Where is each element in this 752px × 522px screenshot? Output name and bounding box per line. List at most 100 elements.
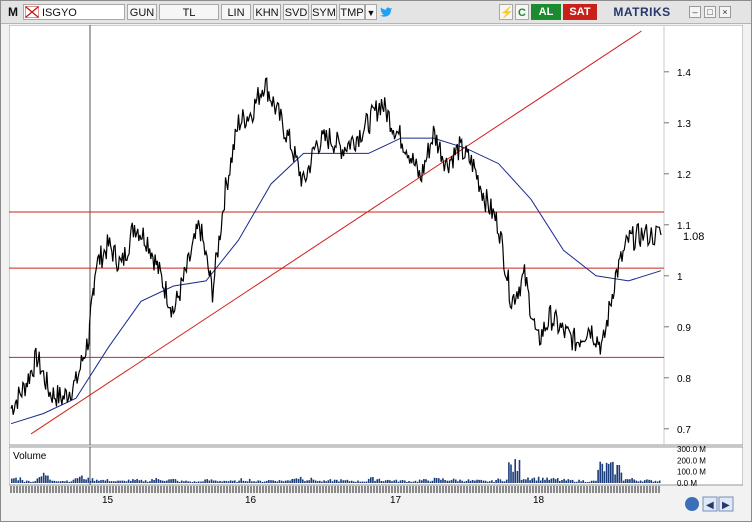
svd-button[interactable]: SVD <box>283 4 309 20</box>
volume-bar <box>414 480 417 483</box>
volume-bar <box>55 481 58 483</box>
volume-bar <box>265 480 268 483</box>
volume-bar <box>399 480 402 483</box>
volume-bar <box>438 478 440 483</box>
volume-bar <box>74 478 77 483</box>
volume-bar <box>259 480 262 483</box>
volume-bar <box>435 478 438 483</box>
volume-bar <box>363 481 366 483</box>
volume-bar <box>11 478 13 483</box>
price-tick-label-0: 1.4 <box>677 68 691 79</box>
volume-bar <box>159 480 162 483</box>
volume-bar <box>257 480 259 483</box>
volume-bar <box>484 480 487 483</box>
volume-bar <box>191 482 194 483</box>
volume-bar <box>624 479 627 483</box>
buy-button[interactable]: AL <box>531 4 561 20</box>
volume-bar <box>404 480 406 483</box>
volume-bar <box>425 479 427 483</box>
lightning-icon[interactable]: ⚡ <box>499 4 514 20</box>
volume-bar <box>423 479 425 483</box>
volume-bar <box>561 480 563 483</box>
volume-bar <box>656 481 659 483</box>
volume-bar <box>342 480 344 483</box>
volume-bar <box>550 478 553 483</box>
volume-bar <box>648 479 650 483</box>
volume-bar <box>393 480 395 483</box>
volume-bar <box>559 481 561 483</box>
volume-bar <box>635 480 638 483</box>
volume-bar <box>384 480 387 483</box>
volume-tick-label-2: 100.0 M <box>677 468 706 477</box>
volume-bar <box>529 480 531 483</box>
volume-bar <box>627 479 629 483</box>
currency-button[interactable]: TL <box>159 4 219 20</box>
volume-bar <box>387 479 389 483</box>
price-chart[interactable]: 1.41.31.21.110.90.80.7 1.08 Volume 300.0… <box>8 24 744 515</box>
template-button[interactable]: TMP <box>339 4 365 20</box>
volume-bar <box>336 479 338 483</box>
volume-bar <box>149 481 151 483</box>
arrow-down-icon[interactable]: ▼ <box>365 4 377 20</box>
volume-bar <box>603 471 606 483</box>
volume-bar <box>355 481 357 483</box>
volume-bar <box>21 480 24 483</box>
volume-bar <box>96 479 98 483</box>
volume-bar <box>599 461 601 483</box>
volume-bar <box>268 480 270 483</box>
volume-bar <box>176 480 179 483</box>
volume-bar <box>98 480 100 483</box>
volume-bar <box>465 480 468 483</box>
volume-bar <box>314 480 317 483</box>
volume-bar <box>183 481 185 483</box>
time-label-17: 17 <box>390 495 402 506</box>
volume-bar <box>246 481 249 483</box>
volume-bar <box>537 476 540 483</box>
volume-bar <box>448 480 451 483</box>
sym-button[interactable]: SYM <box>311 4 337 20</box>
volume-bar <box>163 481 166 483</box>
scroll-controls[interactable]: ◀ ▶ <box>685 496 734 512</box>
volume-bar <box>36 478 39 483</box>
refresh-icon[interactable]: C <box>515 4 529 20</box>
volume-bar <box>533 477 536 483</box>
volume-bar <box>631 478 633 483</box>
volume-bar <box>578 479 580 483</box>
volume-bar <box>123 480 126 483</box>
sell-button[interactable]: SAT <box>563 4 597 20</box>
linear-scale-button[interactable]: LIN <box>221 4 251 20</box>
volume-bar <box>554 479 557 483</box>
volume-bar <box>17 480 19 483</box>
volume-bar <box>582 480 584 483</box>
chart-area[interactable]: 1.4 1.3 1.2 1.1 1 0.9 0.8 0.7 1.08 Volume 300.0… <box>8 24 744 515</box>
volume-bar <box>491 480 493 483</box>
volume-bar <box>253 481 255 483</box>
volume-bar <box>406 482 408 483</box>
volume-bar <box>62 481 64 483</box>
volume-bar <box>389 480 391 483</box>
volume-bar <box>119 480 121 483</box>
volume-bar <box>378 478 381 483</box>
volume-bar <box>272 480 274 483</box>
volume-bar <box>168 479 170 483</box>
volume-bar <box>552 477 555 483</box>
twitter-icon[interactable] <box>379 5 393 19</box>
minimize-icon[interactable]: – <box>689 6 701 18</box>
volume-bar <box>361 481 364 483</box>
volume-bar <box>72 479 75 483</box>
matriks-logo-icon[interactable]: M <box>5 4 21 20</box>
volume-bar <box>370 477 372 483</box>
period-button[interactable]: GUN <box>127 4 157 20</box>
sync-icon[interactable] <box>685 497 699 511</box>
restore-icon[interactable]: □ <box>704 6 716 18</box>
close-icon[interactable]: × <box>719 6 731 18</box>
volume-bar <box>531 478 533 483</box>
volume-bar <box>601 463 604 483</box>
volume-bar <box>323 480 325 483</box>
volume-bar <box>45 475 47 483</box>
volume-bar <box>47 475 49 483</box>
khn-button[interactable]: KHN <box>253 4 281 20</box>
volume-bar <box>229 480 232 483</box>
volume-bar <box>146 481 149 483</box>
volume-bar <box>421 480 423 483</box>
